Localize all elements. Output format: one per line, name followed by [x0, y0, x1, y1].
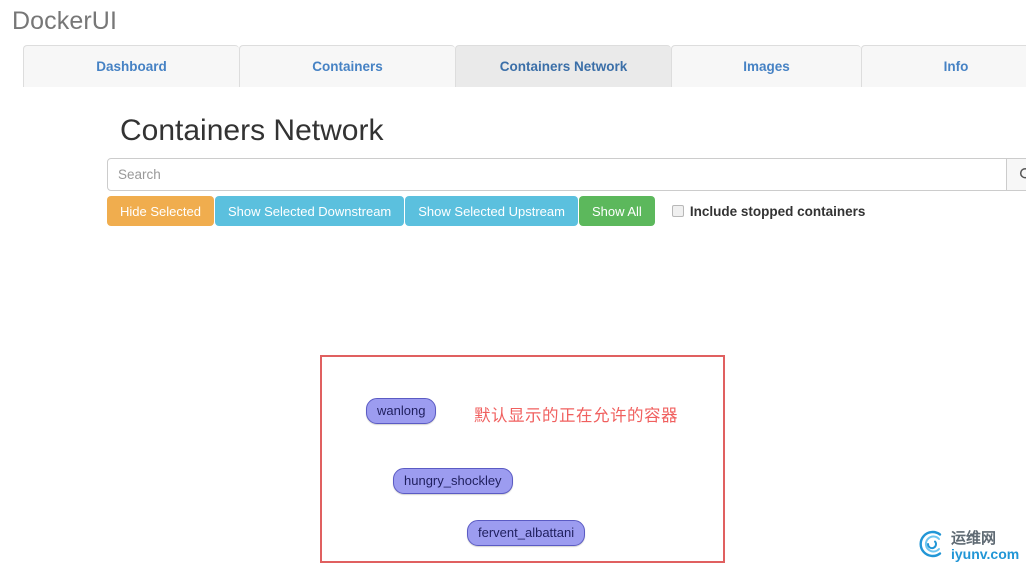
tab-info[interactable]: Info — [861, 45, 1026, 87]
include-stopped-containers-toggle[interactable]: Include stopped containers — [671, 203, 866, 219]
tab-containers-network[interactable]: Containers Network — [455, 45, 671, 87]
search-icon — [1019, 167, 1026, 182]
watermark: 运维网 iyunv.com — [915, 524, 1023, 568]
include-stopped-containers-checkbox[interactable] — [671, 205, 684, 217]
include-stopped-containers-label: Include stopped containers — [689, 203, 866, 219]
search-input[interactable] — [107, 158, 1008, 191]
graph-annotation-text: 默认显示的正在允许的容器 — [474, 406, 678, 425]
tab-dashboard[interactable]: Dashboard — [23, 45, 239, 87]
show-all-button[interactable]: Show All — [578, 196, 655, 226]
tab-containers[interactable]: Containers — [239, 45, 455, 87]
show-selected-upstream-button[interactable]: Show Selected Upstream — [405, 196, 578, 226]
watermark-en: iyunv.com — [951, 545, 1020, 562]
page-title: Containers Network — [120, 114, 384, 147]
tab-dashboard-label: Dashboard — [96, 59, 167, 74]
watermark-cn: 运维网 — [951, 528, 997, 547]
action-button-row: Hide Selected Show Selected Downstream S… — [107, 196, 865, 226]
tab-containers-label: Containers — [312, 59, 383, 74]
graph-node-wanlong[interactable]: wanlong — [366, 398, 437, 424]
search-button[interactable] — [1007, 158, 1026, 191]
main-nav-tabs: Dashboard Containers Containers Network … — [23, 45, 1026, 87]
tab-info-label: Info — [943, 59, 969, 74]
tab-containers-network-label: Containers Network — [499, 59, 628, 74]
tab-images-label: Images — [743, 59, 790, 74]
hide-selected-button[interactable]: Hide Selected — [107, 196, 214, 226]
watermark-swirl-icon — [915, 527, 949, 566]
containers-network-graph[interactable]: wanlong hungry_shockley fervent_albattan… — [320, 355, 725, 563]
watermark-text: 运维网 iyunv.com — [951, 528, 1020, 562]
app-brand[interactable]: DockerUI — [12, 6, 117, 36]
show-selected-downstream-button[interactable]: Show Selected Downstream — [214, 196, 405, 226]
graph-node-hungry-shockley[interactable]: hungry_shockley — [393, 468, 513, 494]
search-row — [107, 158, 1026, 191]
graph-node-fervent-albattani[interactable]: fervent_albattani — [467, 520, 586, 546]
tab-images[interactable]: Images — [671, 45, 861, 87]
